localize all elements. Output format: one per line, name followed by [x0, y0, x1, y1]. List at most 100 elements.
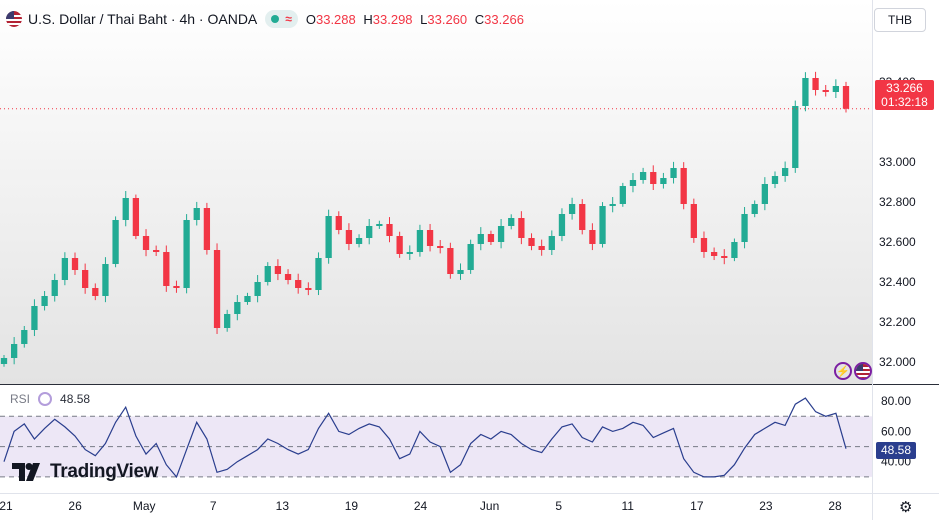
candle-body [700, 238, 708, 252]
candle-body [305, 288, 312, 290]
candle-body [0, 358, 8, 364]
tradingview-logo-icon [12, 463, 40, 481]
candle-body [548, 236, 555, 250]
time-tick-label: May [133, 499, 156, 513]
candle-body [741, 214, 748, 242]
candle-body [71, 258, 79, 270]
candle-body [416, 230, 424, 252]
symbol-title[interactable]: U.S. Dollar / Thai Baht · 4h · OANDA [28, 11, 257, 27]
market-status-toggle[interactable]: ≈ [265, 10, 298, 28]
candle-body [51, 280, 58, 296]
currency-selector[interactable]: THB [874, 8, 926, 32]
candle-body [355, 238, 363, 244]
candle-body [406, 252, 413, 254]
time-tick-label: 11 [622, 499, 635, 513]
close-label: C [474, 11, 485, 27]
ohlc-readout: O33.288 H33.298 L33.260 C33.266 [306, 12, 528, 27]
candle-body [802, 78, 809, 106]
candle-body [244, 296, 251, 302]
chart-svg: 33.40033.00032.80032.60032.40032.20032.0… [0, 0, 939, 520]
chart-area[interactable]: 33.40033.00032.80032.60032.40032.20032.0… [0, 0, 939, 520]
live-dot-icon [271, 15, 280, 23]
candle-body [619, 186, 626, 204]
candle-body [82, 270, 89, 288]
rsi-label: RSI [10, 392, 31, 406]
candle-body [21, 330, 28, 344]
time-tick-label: Jun [480, 499, 499, 513]
wave-icon: ≈ [285, 12, 292, 26]
candle-body [599, 206, 606, 244]
candle-body [731, 242, 738, 258]
time-tick-label: 13 [276, 499, 290, 513]
candle-body [629, 180, 637, 186]
candle-body [721, 256, 728, 258]
candle-body [335, 216, 342, 230]
candle-body [558, 214, 566, 236]
time-tick-label: 19 [345, 499, 359, 513]
candle-body [122, 198, 129, 220]
candle-body [61, 258, 69, 280]
candle-body [508, 218, 515, 226]
candle-body [650, 172, 657, 184]
close-value: 33.266 [484, 11, 524, 27]
time-axis-bg [0, 494, 872, 520]
candle-body [751, 204, 758, 214]
gear-icon[interactable]: ⚙ [899, 498, 912, 516]
candle-body [771, 176, 779, 184]
rsi-tick-label: 60.00 [881, 424, 911, 438]
open-label: O [305, 11, 316, 27]
candle-body [203, 208, 211, 250]
price-tick-label: 32.600 [879, 235, 916, 249]
candle-body [41, 296, 48, 306]
rsi-value-tag: 48.58 [876, 442, 916, 459]
candle-body [92, 288, 99, 296]
candle-body [254, 282, 261, 296]
candle-body [781, 168, 789, 176]
candle-body [264, 266, 271, 282]
price-tick-label: 32.200 [879, 315, 916, 329]
candle-body [680, 168, 687, 204]
rsi-tick-label: 80.00 [881, 394, 911, 408]
tradingview-logo[interactable]: TradingView [12, 461, 159, 483]
candle-body [386, 224, 393, 236]
flag-badge-icon[interactable] [854, 362, 872, 380]
symbol-header: U.S. Dollar / Thai Baht · 4h · OANDA ≈ O… [6, 9, 528, 29]
candle-body [710, 252, 718, 256]
candle-body [497, 226, 505, 242]
lightning-icon[interactable]: ⚡ [834, 362, 852, 380]
price-pane-bg [0, 0, 872, 384]
candle-body [609, 204, 616, 206]
candle-body [639, 172, 647, 180]
candle-body [234, 302, 241, 314]
candle-body [670, 168, 677, 178]
price-tick-label: 32.800 [879, 195, 916, 209]
low-value: 33.260 [427, 11, 468, 27]
candle-body [173, 286, 180, 288]
open-value: 33.288 [315, 11, 356, 27]
candle-body [457, 270, 464, 274]
rsi-legend[interactable]: RSI 48.58 [10, 392, 90, 406]
candle-body [568, 204, 576, 214]
candle-body [589, 230, 596, 244]
price-tick-label: 32.000 [879, 355, 916, 369]
candle-body [832, 86, 840, 92]
candle-body [284, 274, 292, 280]
time-tick-label: 7 [210, 499, 217, 513]
candle-body [792, 106, 799, 168]
candle-body [579, 204, 586, 230]
candle-body [325, 216, 332, 258]
high-label: H [363, 11, 373, 27]
candle-body [193, 208, 200, 220]
candle-body [295, 280, 302, 288]
candle-body [213, 250, 221, 328]
candle-body [437, 246, 444, 248]
candle-body [142, 236, 150, 250]
candle-body [528, 238, 535, 246]
brand-name: TradingView [50, 461, 159, 482]
candle-body [274, 266, 282, 274]
candle-body [112, 220, 119, 264]
bar-countdown: 01:32:18 [881, 95, 928, 109]
rsi-settings-icon[interactable] [38, 392, 53, 406]
time-tick-label: 24 [414, 499, 428, 513]
candle-body [224, 314, 231, 328]
